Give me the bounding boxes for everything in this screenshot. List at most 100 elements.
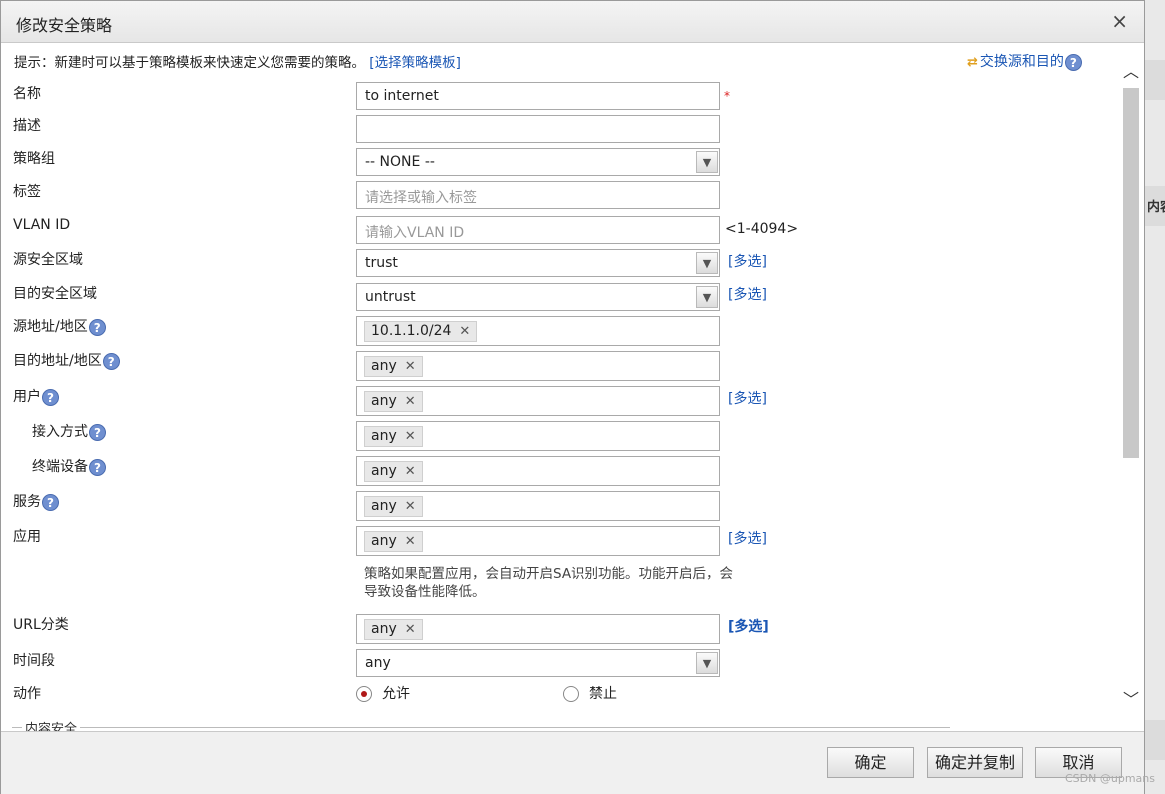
user-field[interactable]: any ✕: [356, 386, 720, 416]
content-security-legend: 内容安全: [22, 718, 81, 731]
description-label: 描述: [13, 118, 41, 134]
hint-text: 提示：新建时可以基于策略模板来快速定义您需要的策略。 [选择策略模板]: [14, 51, 461, 71]
chevron-down-icon[interactable]: ▼: [696, 252, 718, 274]
chevron-down-icon[interactable]: ▼: [696, 151, 718, 173]
src-addr-tag-text: 10.1.1.0/24: [371, 323, 452, 339]
access-field[interactable]: any ✕: [356, 421, 720, 451]
dialog-footer: 确定 确定并复制 取消: [1, 731, 1144, 794]
dialog-titlebar: 修改安全策略 ×: [1, 1, 1144, 43]
vlan-input[interactable]: 请输入VLAN ID: [356, 216, 720, 244]
remove-tag-icon[interactable]: ✕: [405, 622, 416, 637]
chevron-down-icon[interactable]: ▼: [696, 286, 718, 308]
action-permit-radio[interactable]: 允许: [356, 683, 410, 703]
src-zone-value: trust: [365, 255, 398, 271]
url-category-tag-text: any: [371, 621, 397, 637]
remove-tag-icon[interactable]: ✕: [405, 359, 416, 374]
application-label: 应用: [13, 529, 41, 545]
description-input[interactable]: [356, 115, 720, 143]
src-addr-field[interactable]: 10.1.1.0/24 ✕: [356, 316, 720, 346]
service-field[interactable]: any ✕: [356, 491, 720, 521]
watermark: CSDN @upmans: [1065, 772, 1155, 785]
remove-tag-icon[interactable]: ✕: [405, 394, 416, 409]
dst-addr-tag: any ✕: [364, 356, 423, 377]
radio-unselected-icon[interactable]: [563, 686, 579, 702]
action-deny-radio[interactable]: 禁止: [563, 683, 617, 703]
dst-zone-select[interactable]: untrust ▼: [356, 283, 720, 311]
user-label-text: 用户: [13, 389, 41, 405]
dst-zone-multi-link[interactable]: [多选]: [728, 284, 767, 304]
edit-security-policy-dialog: 修改安全策略 × 提示：新建时可以基于策略模板来快速定义您需要的策略。 [选择策…: [0, 0, 1145, 794]
application-multi-link[interactable]: [多选]: [728, 528, 767, 548]
name-input[interactable]: to internet: [356, 82, 720, 110]
tag-input[interactable]: 请选择或输入标签: [356, 181, 720, 209]
application-field[interactable]: any ✕: [356, 526, 720, 556]
close-icon[interactable]: ×: [1111, 10, 1128, 32]
policy-group-label: 策略组: [13, 151, 55, 167]
terminal-field[interactable]: any ✕: [356, 456, 720, 486]
src-addr-label-text: 源地址/地区: [13, 319, 88, 335]
help-icon[interactable]: ?: [1064, 53, 1082, 71]
src-zone-select[interactable]: trust ▼: [356, 249, 720, 277]
time-range-value: any: [365, 655, 391, 671]
src-zone-multi-link[interactable]: [多选]: [728, 251, 767, 271]
time-range-select[interactable]: any ▼: [356, 649, 720, 677]
swap-label[interactable]: 交换源和目的: [980, 54, 1064, 70]
scroll-up-icon[interactable]: ︿: [1122, 63, 1140, 81]
application-note: 策略如果配置应用，会自动开启SA识别功能。功能开启后，会导致设备性能降低。: [364, 566, 734, 600]
url-category-label: URL分类: [13, 617, 69, 633]
background-label: 内容: [1147, 200, 1165, 215]
help-icon[interactable]: ?: [89, 423, 106, 441]
remove-tag-icon[interactable]: ✕: [405, 534, 416, 549]
url-category-tag: any ✕: [364, 619, 423, 640]
scrollbar-thumb[interactable]: [1123, 88, 1139, 458]
scroll-down-icon[interactable]: ﹀: [1122, 691, 1140, 709]
dst-zone-value: untrust: [365, 289, 416, 305]
tag-label: 标签: [13, 184, 41, 200]
remove-tag-icon[interactable]: ✕: [459, 324, 470, 339]
select-template-link[interactable]: [选择策略模板]: [369, 55, 461, 71]
help-icon[interactable]: ?: [102, 352, 120, 370]
url-category-field[interactable]: any ✕: [356, 614, 720, 644]
chevron-down-icon[interactable]: ▼: [696, 652, 718, 674]
action-label: 动作: [13, 686, 41, 702]
policy-group-value: -- NONE --: [365, 154, 435, 170]
help-icon[interactable]: ?: [89, 458, 106, 476]
vertical-scrollbar[interactable]: ︿ ﹀: [1118, 45, 1144, 731]
help-icon[interactable]: ?: [42, 388, 59, 406]
ok-and-copy-button[interactable]: 确定并复制: [927, 747, 1023, 778]
remove-tag-icon[interactable]: ✕: [405, 499, 416, 514]
help-icon[interactable]: ?: [88, 318, 106, 336]
remove-tag-icon[interactable]: ✕: [405, 464, 416, 479]
user-label: 用户?: [13, 386, 59, 406]
url-category-multi-link[interactable]: [多选]: [728, 616, 769, 636]
remove-tag-icon[interactable]: ✕: [405, 429, 416, 444]
src-addr-label: 源地址/地区?: [13, 316, 106, 336]
action-permit-label: 允许: [382, 686, 410, 702]
policy-group-select[interactable]: -- NONE -- ▼: [356, 148, 720, 176]
access-tag: any ✕: [364, 426, 423, 447]
user-tag-text: any: [371, 393, 397, 409]
action-deny-label: 禁止: [589, 686, 617, 702]
terminal-tag: any ✕: [364, 461, 423, 482]
hint-message: 提示：新建时可以基于策略模板来快速定义您需要的策略。: [14, 55, 365, 71]
name-label: 名称: [13, 86, 41, 102]
ok-button[interactable]: 确定: [827, 747, 914, 778]
dst-addr-label: 目的地址/地区?: [13, 350, 120, 370]
src-zone-label: 源安全区域: [13, 252, 83, 268]
dst-addr-field[interactable]: any ✕: [356, 351, 720, 381]
terminal-tag-text: any: [371, 463, 397, 479]
access-tag-text: any: [371, 428, 397, 444]
application-tag-text: any: [371, 533, 397, 549]
swap-icon: ⇄: [967, 55, 978, 70]
help-icon[interactable]: ?: [42, 493, 59, 511]
radio-selected-icon[interactable]: [356, 686, 372, 702]
dst-addr-label-text: 目的地址/地区: [13, 353, 102, 369]
service-label: 服务?: [13, 491, 59, 511]
user-multi-link[interactable]: [多选]: [728, 388, 767, 408]
terminal-label-text: 终端设备: [32, 459, 88, 475]
swap-src-dst-link[interactable]: ⇄ 交换源和目的?: [967, 51, 1082, 71]
vlan-range-hint: <1-4094>: [725, 221, 799, 237]
service-tag: any ✕: [364, 496, 423, 517]
background-panel: 内容: [1145, 0, 1165, 794]
terminal-label: 终端设备?: [32, 456, 106, 476]
